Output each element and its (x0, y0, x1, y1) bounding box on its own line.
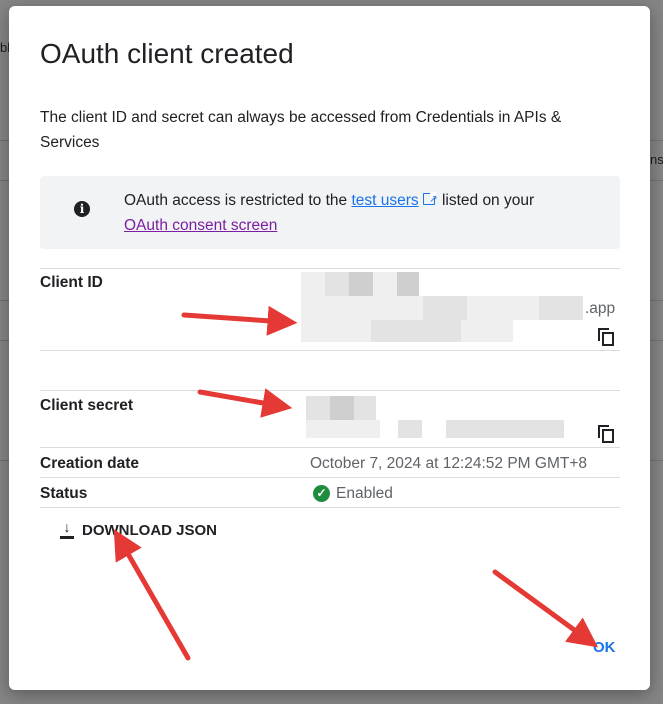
creation-date-label: Creation date (40, 455, 140, 472)
copy-icon[interactable] (598, 328, 614, 346)
divider (40, 507, 620, 508)
divider (40, 390, 620, 391)
info-text: OAuth access is restricted to the test u… (124, 187, 604, 238)
background-partial-text: ns (650, 152, 663, 167)
divider (40, 447, 620, 448)
info-text-before: OAuth access is restricted to the (124, 192, 352, 209)
copy-icon[interactable] (598, 425, 614, 443)
oauth-created-dialog: OAuth client created The client ID and s… (9, 6, 650, 690)
oauth-consent-screen-link[interactable]: OAuth consent screen (124, 217, 277, 234)
status-label: Status (40, 485, 88, 502)
divider (40, 477, 620, 478)
dialog-title: OAuth client created (40, 38, 294, 69)
divider (40, 350, 620, 351)
test-users-link[interactable]: test users (351, 192, 418, 209)
client-secret-label: Client secret (40, 397, 134, 414)
info-icon: i (74, 201, 90, 217)
info-banner: i OAuth access is restricted to the test… (40, 176, 620, 249)
creation-date-value: October 7, 2024 at 12:24:52 PM GMT+8 (310, 455, 588, 472)
ok-button[interactable]: OK (593, 639, 616, 656)
status-value: Enabled (336, 485, 393, 502)
info-text-after: listed on your (437, 192, 535, 209)
open-in-new-icon (422, 187, 438, 212)
download-json-label: DOWNLOAD JSON (82, 522, 217, 539)
client-id-label: Client ID (40, 274, 103, 291)
check-circle-icon: ✓ (313, 485, 330, 502)
dialog-description: The client ID and secret can always be a… (40, 109, 562, 151)
divider (40, 268, 620, 269)
download-icon: ↓ (59, 520, 75, 539)
client-id-suffix: .app (585, 300, 616, 317)
